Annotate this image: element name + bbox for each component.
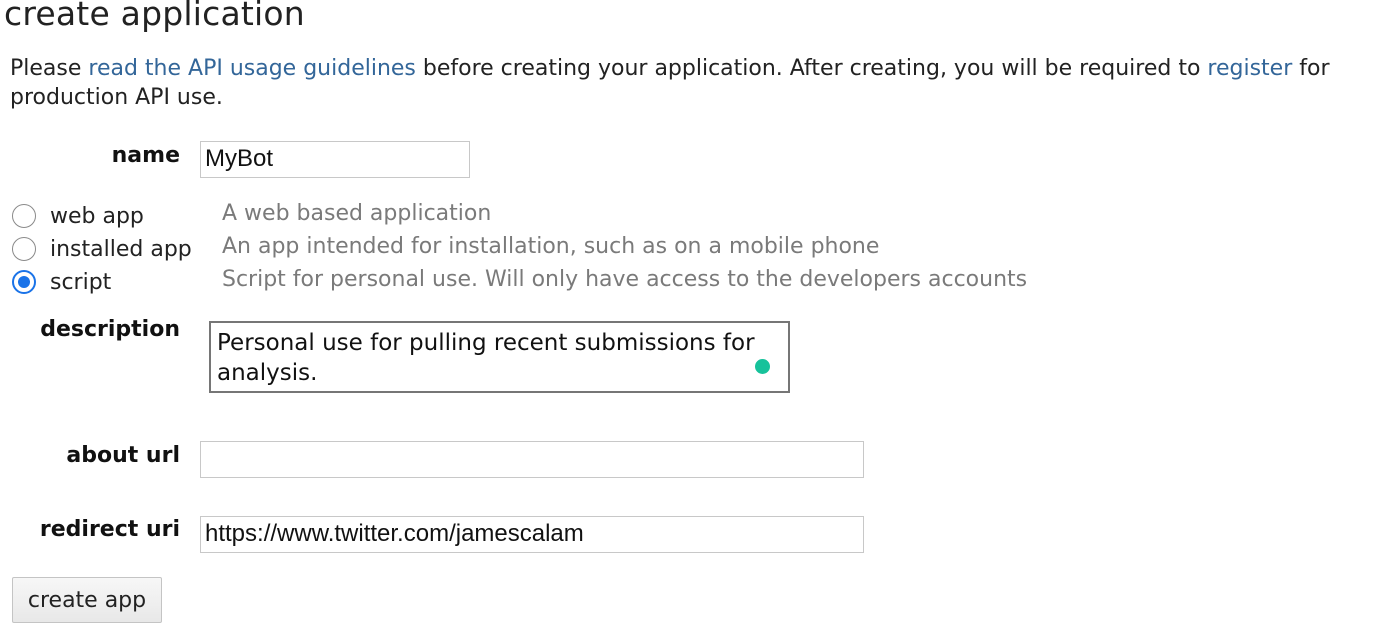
- grammar-check-icon[interactable]: [755, 359, 770, 374]
- page-title: create application: [4, 0, 305, 33]
- name-input[interactable]: MyBot: [200, 141, 470, 178]
- app-type-installed-app[interactable]: installed app: [12, 234, 192, 264]
- app-type-web-app[interactable]: web app: [12, 201, 144, 231]
- web-app-radio[interactable]: [12, 204, 36, 228]
- app-type-script[interactable]: script: [12, 267, 111, 297]
- description-text: Personal use for pulling recent submissi…: [217, 330, 755, 386]
- script-radio[interactable]: [12, 270, 36, 294]
- intro-text: Please read the API usage guidelines bef…: [10, 54, 1395, 112]
- web-app-description: A web based application: [222, 201, 492, 226]
- name-label: name: [111, 143, 180, 168]
- description-textarea[interactable]: Personal use for pulling recent submissi…: [209, 321, 790, 393]
- intro-text-middle: before creating your application. After …: [415, 56, 1208, 81]
- api-guidelines-link[interactable]: read the API usage guidelines: [88, 56, 416, 81]
- register-link[interactable]: register: [1207, 56, 1292, 81]
- about-url-input[interactable]: [200, 441, 864, 478]
- installed-app-radio[interactable]: [12, 237, 36, 261]
- create-application-page: create application Please read the API u…: [0, 0, 1400, 629]
- script-description: Script for personal use. Will only have …: [222, 267, 1028, 292]
- description-label: description: [40, 317, 180, 342]
- script-label: script: [50, 269, 112, 295]
- redirect-uri-input[interactable]: https://www.twitter.com/jamescalam: [200, 516, 864, 553]
- intro-text-start: Please: [10, 56, 89, 81]
- redirect-uri-label: redirect uri: [39, 517, 180, 542]
- web-app-label: web app: [50, 203, 144, 229]
- about-url-label: about url: [66, 443, 180, 468]
- installed-app-label: installed app: [50, 236, 192, 262]
- installed-app-description: An app intended for installation, such a…: [222, 234, 880, 259]
- create-app-button[interactable]: create app: [12, 577, 162, 623]
